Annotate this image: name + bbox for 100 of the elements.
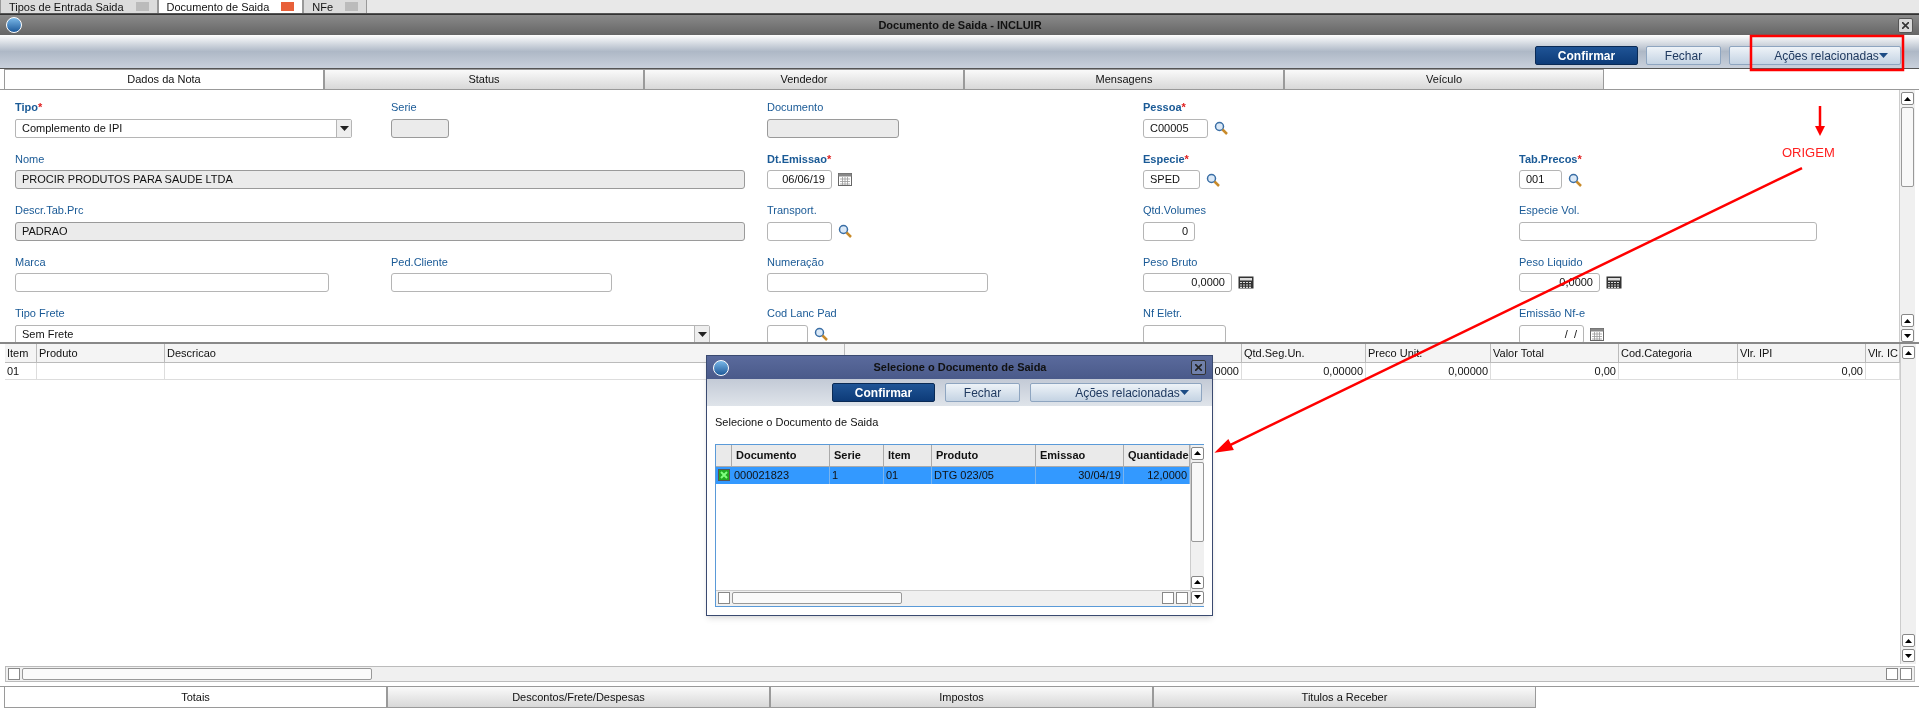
search-icon[interactable] [1214,121,1228,135]
field-label: Tab.Precos* [1519,151,1582,167]
field-label: Cod Lanc Pad [767,306,837,321]
up-arrow-icon[interactable] [1905,638,1912,643]
column-header[interactable]: Valor Total [1491,344,1619,362]
caret-icon [339,125,349,131]
toolbar-button[interactable]: Confirmar [832,383,935,402]
toolbar-button[interactable]: Confirmar [1535,46,1638,65]
column-header[interactable]: Cod.Categoria [1619,344,1738,362]
table-cell: 0,00 [1738,363,1866,379]
tab[interactable]: Impostos [770,687,1153,708]
up-arrow-icon[interactable] [1904,318,1911,323]
field-label: Pessoa* [1143,100,1186,115]
field-label: Descr.Tab.Prc [15,203,84,218]
column-header[interactable]: Qtd.Seg.Un. [1242,344,1366,362]
column-header[interactable]: Descricao [165,344,845,362]
column-header[interactable]: Vlr. IPI [1738,344,1866,362]
down-arrow-icon[interactable] [1194,595,1201,599]
field-label: Tipo Frete [15,306,65,321]
up-arrow-icon[interactable] [1905,350,1912,355]
app-logo-icon [6,17,22,33]
horizontal-scrollbar[interactable] [716,589,1190,606]
actions-menu-button[interactable]: Ações relacionadas [1729,46,1901,65]
calculator-icon[interactable] [1238,276,1254,289]
up-arrow-icon[interactable] [1194,580,1201,584]
close-icon[interactable] [1902,21,1909,29]
table-cell: 0,00 [1491,363,1619,379]
search-icon[interactable] [1568,172,1582,187]
tab[interactable]: Veículo [1284,69,1604,89]
input-field[interactable]: PROCIR PRODUTOS PARA SAUDE LTDA [15,170,745,189]
field-label: Dt.Emissao* [767,151,832,167]
close-button[interactable] [1898,17,1913,33]
input-field[interactable]: / / [1519,324,1584,342]
horizontal-scrollbar[interactable] [5,666,1915,682]
field-label: Qtd.Volumes [1143,203,1206,218]
field-label: Especie* [1143,151,1189,167]
caret-icon [1179,390,1189,395]
toolbar-button[interactable]: Fechar [1646,46,1721,65]
column-header[interactable]: Documento [732,444,830,466]
input-field[interactable]: 0 [1143,221,1195,241]
toolbar-button[interactable]: Fechar [945,383,1020,402]
tab[interactable]: Status [324,69,644,89]
close-icon[interactable] [1195,364,1202,371]
dropdown-field[interactable]: Sem Frete [15,324,710,342]
app-tab[interactable]: Tipos de Entrada Saida [0,0,158,13]
vertical-scrollbar[interactable] [1899,90,1915,342]
column-header[interactable]: Emissao [1036,444,1124,466]
field-label: Peso Bruto [1143,254,1198,270]
dialog-prompt: Selecione o Documento de Saida [715,415,880,430]
app-logo-icon [713,359,729,376]
down-arrow-icon[interactable] [1905,653,1912,658]
column-header[interactable]: Produto [37,344,165,362]
up-arrow-icon[interactable] [1904,96,1911,101]
caret-icon [697,331,707,337]
table-cell: 01 [884,466,932,484]
input-field[interactable]: SPED [1143,170,1200,189]
input-field[interactable]: 06/06/19 [767,170,832,189]
field-label: Serie [391,100,417,115]
down-arrow-icon[interactable] [1904,333,1911,338]
annotation-label: ORIGEM [1782,144,1835,162]
search-icon[interactable] [814,327,828,341]
column-header[interactable]: Serie [830,444,884,466]
field-label: Documento [767,100,824,115]
tab[interactable]: Descontos/Frete/Despesas [387,687,770,708]
dialog-title: Selecione o Documento de Saida [873,360,1047,376]
tab[interactable]: Vendedor [644,69,964,89]
actions-menu-button[interactable]: Ações relacionadas [1030,383,1202,402]
input-field[interactable]: C00005 [1143,118,1208,138]
vertical-scrollbar[interactable] [1900,344,1916,664]
app-tab[interactable]: NFe [303,0,368,13]
input-field[interactable]: 0,0000 [1143,273,1232,292]
dropdown-field[interactable]: Complemento de IPI [15,118,352,138]
field-label: Marca [15,254,46,270]
field-label: Peso Liquido [1519,254,1583,270]
input-field[interactable]: 001 [1519,170,1562,189]
calendar-icon[interactable] [838,173,852,186]
tab[interactable]: Dados da Nota [4,69,324,89]
vertical-scrollbar[interactable] [1190,444,1204,606]
input-field[interactable]: PADRAO [15,221,745,241]
tab[interactable]: Titulos a Receber [1153,687,1536,708]
tab[interactable]: Totais [4,687,387,708]
search-icon[interactable] [1206,172,1220,187]
table-cell: 1 [830,466,884,484]
calculator-icon[interactable] [1606,276,1622,289]
search-icon[interactable] [838,224,852,238]
caret-icon [1878,53,1888,58]
column-header[interactable]: Produto [932,444,1036,466]
up-arrow-icon[interactable] [1194,451,1201,455]
app-tab[interactable]: Documento de Saida [157,0,304,13]
field-label: Ped.Cliente [391,254,448,270]
calendar-icon[interactable] [1590,327,1604,341]
table-cell: DTG 023/05 [932,466,1036,484]
close-button[interactable] [1191,360,1206,375]
column-header[interactable]: Item [884,444,932,466]
field-label: Especie Vol. [1519,203,1580,218]
column-header[interactable]: Vlr. IC [1866,344,1900,362]
checkbox[interactable] [718,469,730,481]
tab[interactable]: Mensagens [964,69,1284,89]
window-title: Documento de Saida - INCLUIR [878,17,1042,33]
column-header[interactable]: Item [5,344,37,362]
